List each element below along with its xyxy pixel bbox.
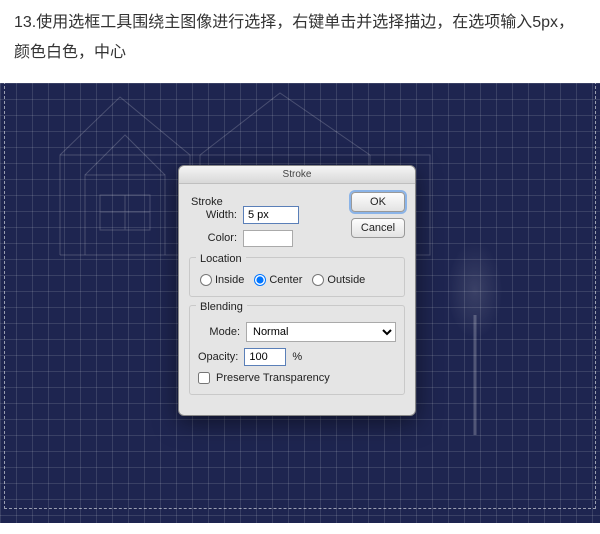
stroke-dialog: Stroke OK Cancel Stroke Width: Color:: [178, 165, 416, 416]
blueprint-canvas: Stroke OK Cancel Stroke Width: Color:: [0, 83, 600, 523]
opacity-unit: %: [292, 351, 302, 363]
location-legend: Location: [196, 253, 246, 263]
color-label: Color:: [197, 232, 237, 244]
step-instruction: 13.使用选框工具围绕主图像进行选择，右键单击并选择描边，在选项输入5px，颜色…: [0, 0, 600, 83]
blending-legend: Blending: [196, 301, 247, 311]
preserve-checkbox[interactable]: [198, 372, 210, 384]
preserve-label: Preserve Transparency: [216, 372, 330, 384]
radio-inside[interactable]: Inside: [200, 274, 244, 286]
mode-select[interactable]: Normal: [246, 322, 396, 342]
width-label: Width:: [197, 209, 237, 221]
width-input[interactable]: [243, 206, 299, 224]
dialog-title: Stroke: [179, 166, 415, 184]
radio-outside[interactable]: Outside: [312, 274, 365, 286]
cancel-button[interactable]: Cancel: [351, 218, 405, 238]
color-swatch[interactable]: [243, 230, 293, 247]
radio-center[interactable]: Center: [254, 274, 302, 286]
mode-label: Mode:: [198, 326, 240, 338]
ok-button[interactable]: OK: [351, 192, 405, 212]
tree-silhouette: [430, 203, 520, 453]
opacity-input[interactable]: [244, 348, 286, 366]
opacity-label: Opacity:: [198, 351, 238, 363]
